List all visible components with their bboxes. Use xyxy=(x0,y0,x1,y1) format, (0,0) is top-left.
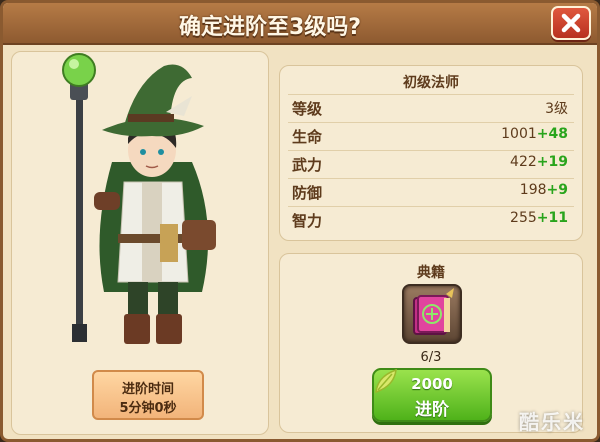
title-bar: 确定进阶至3级吗? xyxy=(3,3,597,45)
stat-row-level: 等级 3级 xyxy=(288,94,574,120)
stats-panel: 初级法师 等级 3级 生命 1001+48 武力 422+19 防御 198+9… xyxy=(279,65,583,241)
stat-row-force: 武力 422+19 xyxy=(288,150,574,176)
close-button[interactable] xyxy=(551,6,591,40)
stat-row-hp: 生命 1001+48 xyxy=(288,122,574,148)
stat-row-defense: 防御 198+9 xyxy=(288,178,574,204)
spellbook-item-slot[interactable] xyxy=(402,284,462,344)
stat-label: 智力 xyxy=(292,212,323,230)
stat-label: 武力 xyxy=(292,156,323,174)
advance-cost: 2000 xyxy=(411,375,453,393)
requirement-count: 6/3 xyxy=(420,350,442,365)
stat-value: 255+11 xyxy=(510,210,568,226)
stat-label: 等级 xyxy=(292,100,323,118)
dialog-title: 确定进阶至3级吗? xyxy=(178,15,362,40)
watermark: 酷乐米 xyxy=(519,410,585,434)
stat-row-intellect: 智力 255+11 xyxy=(288,206,574,232)
spellbook-icon xyxy=(413,288,454,335)
close-icon xyxy=(561,13,581,33)
stat-value: 3级 xyxy=(545,101,568,117)
stat-label: 生命 xyxy=(292,128,323,146)
hero-portrait xyxy=(62,53,216,344)
hero-portrait-panel: 进阶时间 5分钟0秒 xyxy=(11,51,269,435)
advance-button[interactable]: 2000 进阶 xyxy=(372,368,492,422)
advance-dialog: 确定进阶至3级吗? 进阶时间 5分钟0秒 初级法师 等级 3级 生命 1001+… xyxy=(0,0,600,442)
requirement-title: 典籍 xyxy=(417,265,445,281)
advance-label: 进阶 xyxy=(415,400,449,420)
advance-time-box: 进阶时间 5分钟0秒 xyxy=(92,370,204,420)
stat-value: 422+19 xyxy=(510,154,568,170)
stat-label: 防御 xyxy=(292,184,323,202)
stat-value: 1001+48 xyxy=(501,126,568,142)
hero-class-name: 初级法师 xyxy=(403,75,459,91)
stat-value: 198+9 xyxy=(519,182,568,198)
advance-time-value: 5分钟0秒 xyxy=(119,401,177,416)
advance-time-label: 进阶时间 xyxy=(121,382,174,397)
